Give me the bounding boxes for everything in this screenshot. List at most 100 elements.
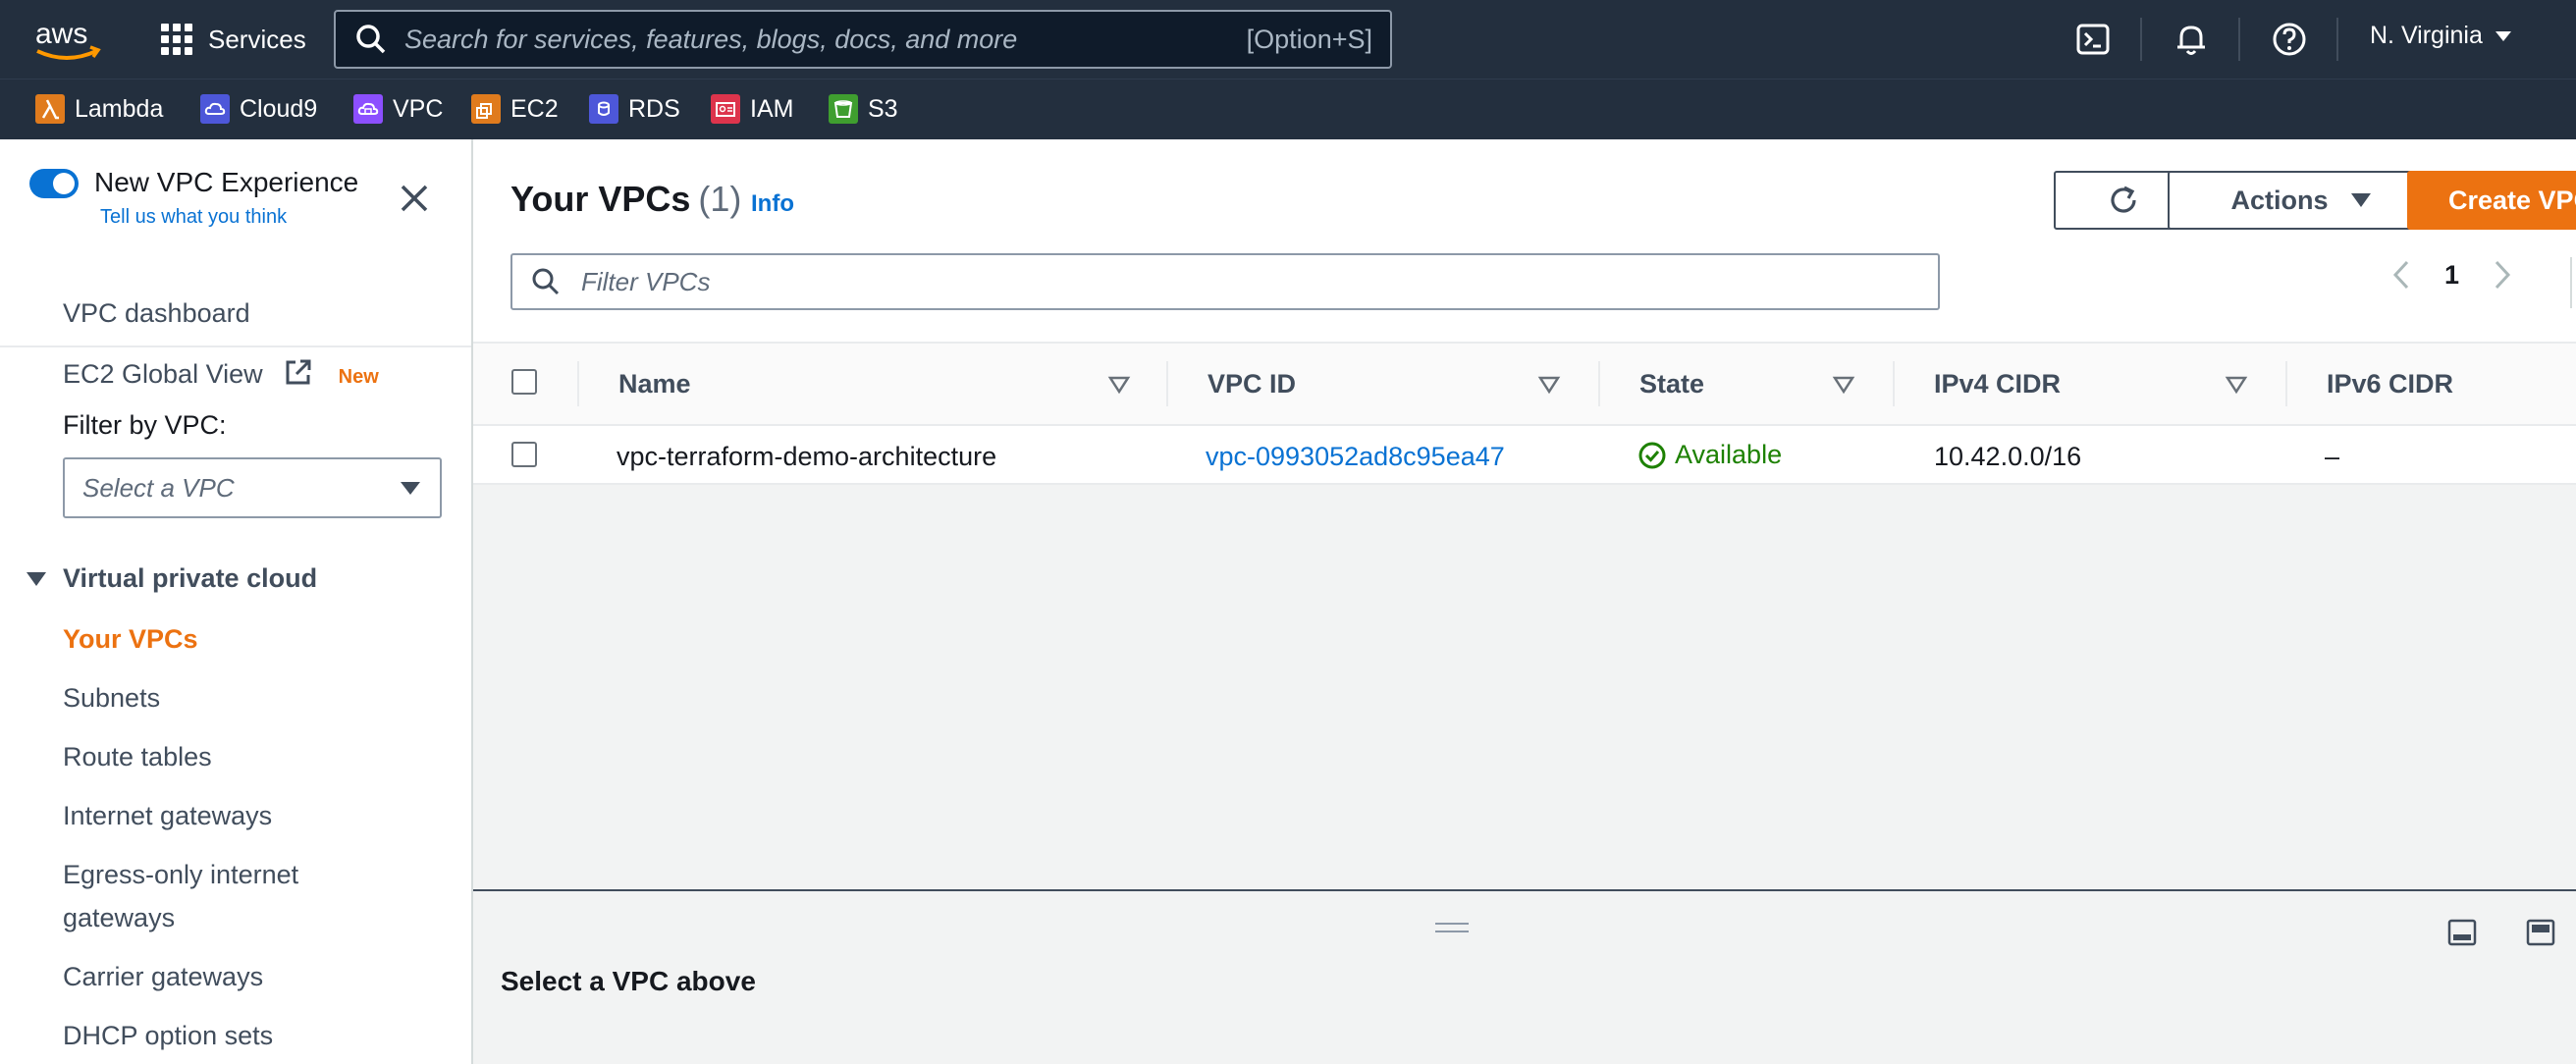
favorite-lambda[interactable]: Lambda — [35, 92, 163, 126]
pager-divider — [2570, 257, 2572, 308]
favorite-label: IAM — [750, 94, 794, 123]
sidebar-item-subnets[interactable]: Subnets — [63, 683, 160, 714]
panel-bottom-icon[interactable] — [2446, 917, 2478, 948]
chevron-right-icon[interactable] — [2493, 259, 2512, 291]
search-shortcut: [Option+S] — [1246, 24, 1372, 54]
vpc-filter-input[interactable]: Filter VPCs — [510, 253, 1940, 310]
rds-icon — [589, 94, 618, 124]
aws-logo-icon[interactable]: aws — [33, 16, 104, 67]
favorite-label: Lambda — [75, 94, 164, 123]
split-panel-resize-handle[interactable] — [1435, 923, 1469, 932]
top-navigation: aws Services Search for services, featur… — [0, 0, 2576, 79]
column-header-ipv4-cidr[interactable]: IPv4 CIDR — [1934, 369, 2061, 399]
vpc-filter-select[interactable]: Select a VPC — [63, 457, 442, 518]
select-all-checkbox[interactable] — [511, 369, 537, 395]
favorite-cloud9[interactable]: Cloud9 — [200, 92, 317, 126]
favorite-s3[interactable]: S3 — [829, 92, 898, 126]
section-label: Virtual private cloud — [63, 563, 318, 593]
sidebar-item-internet-gateways[interactable]: Internet gateways — [63, 801, 272, 831]
current-page[interactable]: 1 — [2444, 260, 2459, 291]
sort-icon[interactable] — [2225, 373, 2248, 397]
region-label: N. Virginia — [2370, 22, 2483, 49]
cell-name: vpc-terraform-demo-architecture — [617, 442, 997, 471]
select-placeholder: Select a VPC — [82, 472, 235, 503]
lambda-icon — [35, 94, 65, 124]
new-experience-title: New VPC Experience — [94, 167, 359, 197]
create-vpc-button[interactable]: Create VPC — [2407, 171, 2576, 230]
search-placeholder: Search for services, features, blogs, do… — [404, 24, 1018, 54]
favorite-ec2[interactable]: EC2 — [471, 92, 559, 126]
sidebar-item-dhcp-option-sets[interactable]: DHCP option sets — [63, 1021, 273, 1051]
favorite-rds[interactable]: RDS — [589, 92, 680, 126]
favorite-iam[interactable]: IAM — [711, 92, 793, 126]
cloudshell-icon[interactable] — [2073, 20, 2113, 59]
filter-placeholder: Filter VPCs — [581, 266, 711, 296]
row-checkbox[interactable] — [511, 442, 537, 467]
column-header-vpc-id[interactable]: VPC ID — [1208, 369, 1296, 399]
page-title-text: Your VPCs — [510, 179, 691, 219]
nav-divider — [2336, 18, 2338, 61]
caret-down-icon — [27, 571, 46, 586]
refresh-icon — [2111, 186, 2136, 213]
grid-menu-icon — [161, 24, 192, 55]
new-experience-toggle[interactable] — [29, 169, 79, 198]
new-badge: New — [338, 366, 379, 388]
sidebar-divider — [0, 346, 471, 347]
chevron-left-icon[interactable] — [2391, 259, 2411, 291]
actions-dropdown-button[interactable]: Actions — [2168, 171, 2435, 230]
column-header-ipv6-cidr[interactable]: IPv6 CIDR — [2327, 369, 2453, 399]
feedback-link[interactable]: Tell us what you think — [100, 206, 287, 229]
global-search-input[interactable]: Search for services, features, blogs, do… — [334, 10, 1392, 69]
sidebar-item-route-tables[interactable]: Route tables — [63, 742, 212, 772]
sidebar-item-ec2-global-view[interactable]: EC2 Global View New — [63, 357, 379, 390]
cell-ipv6-cidr: – — [2325, 442, 2340, 471]
sidebar-item-egress-only-gateways-cont[interactable]: gateways — [63, 903, 175, 933]
sort-icon[interactable] — [1107, 373, 1131, 397]
sidebar-item-your-vpcs[interactable]: Your VPCs — [63, 624, 198, 655]
cell-vpc-id-link[interactable]: vpc-0993052ad8c95ea47 — [1206, 442, 1505, 472]
search-icon — [356, 25, 386, 54]
services-menu-button[interactable]: Services — [161, 20, 306, 59]
page-title: Your VPCs (1) — [510, 179, 741, 220]
help-icon[interactable] — [2270, 20, 2309, 59]
favorite-label: VPC — [393, 94, 444, 123]
vpc-count: (1) — [698, 179, 742, 219]
info-link[interactable]: Info — [751, 190, 794, 218]
s3-icon — [829, 94, 858, 124]
favorite-label: RDS — [628, 94, 680, 123]
nav-divider — [2238, 18, 2240, 61]
global-view-label: EC2 Global View — [63, 359, 263, 389]
filter-by-vpc-label: Filter by VPC: — [63, 410, 227, 440]
column-divider — [577, 361, 579, 406]
panel-side-icon[interactable] — [2525, 917, 2556, 948]
column-header-name[interactable]: Name — [618, 369, 691, 399]
status-label: Available — [1675, 440, 1783, 469]
sort-icon[interactable] — [1537, 373, 1561, 397]
iam-icon — [711, 94, 740, 124]
search-icon — [532, 268, 560, 295]
cell-ipv4-cidr: 10.42.0.0/16 — [1934, 442, 2082, 471]
vpc-icon — [353, 94, 383, 124]
favorite-label: S3 — [868, 94, 898, 123]
bell-icon[interactable] — [2172, 20, 2211, 59]
column-divider — [1893, 361, 1895, 406]
section-virtual-private-cloud[interactable]: Virtual private cloud — [26, 563, 317, 594]
favorite-label: Cloud9 — [240, 94, 318, 123]
column-divider — [2285, 361, 2287, 406]
svg-text:aws: aws — [35, 18, 87, 50]
sidebar-item-carrier-gateways[interactable]: Carrier gateways — [63, 962, 263, 992]
favorite-label: EC2 — [510, 94, 559, 123]
caret-down-icon — [2495, 30, 2511, 41]
services-label: Services — [208, 24, 306, 54]
sidebar-item-vpc-dashboard[interactable]: VPC dashboard — [63, 298, 250, 329]
sort-icon[interactable] — [1832, 373, 1855, 397]
split-panel-title: Select a VPC above — [501, 966, 756, 996]
favorite-vpc[interactable]: VPC — [353, 92, 443, 126]
region-selector[interactable]: N. Virginia — [2370, 22, 2512, 50]
column-header-state[interactable]: State — [1639, 369, 1704, 399]
caret-down-icon — [401, 482, 420, 495]
table-header — [473, 342, 2576, 426]
close-icon[interactable] — [397, 181, 432, 216]
sidebar-item-egress-only-gateways[interactable]: Egress-only internet — [63, 860, 298, 890]
check-circle-icon — [1638, 442, 1666, 468]
